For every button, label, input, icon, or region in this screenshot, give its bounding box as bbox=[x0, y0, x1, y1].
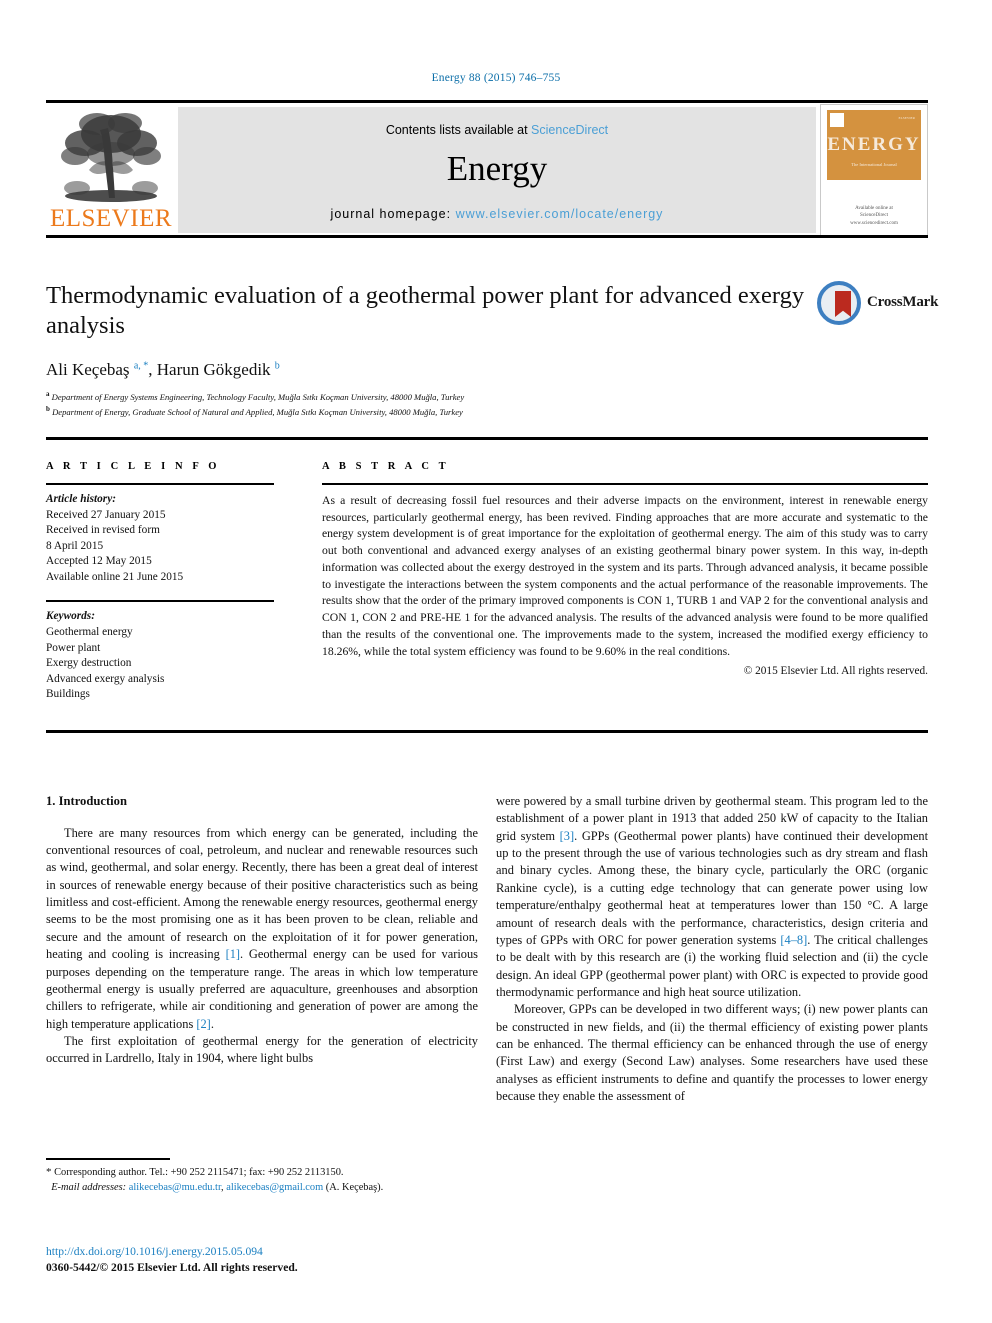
contents-available-line: Contents lists available at ScienceDirec… bbox=[178, 123, 816, 137]
article-info-heading: A R T I C L E I N F O bbox=[46, 461, 221, 472]
keyword-item: Advanced exergy analysis bbox=[46, 672, 165, 685]
paragraph: were powered by a small turbine driven b… bbox=[496, 793, 928, 1001]
crossmark-badge[interactable]: CrossMark bbox=[817, 281, 938, 327]
paragraph-part: There are many resources from which ener… bbox=[46, 825, 478, 962]
corresponding-author-note: * Corresponding author. Tel.: +90 252 21… bbox=[46, 1165, 478, 1196]
cover-footer: Available online at ScienceDirect www.sc… bbox=[821, 205, 927, 228]
citation-ref-1[interactable]: [1] bbox=[226, 947, 240, 961]
abstract-bottom-rule bbox=[46, 730, 928, 733]
affiliation-a: a Department of Energy Systems Engineeri… bbox=[46, 389, 928, 404]
body-column-right: were powered by a small turbine driven b… bbox=[496, 793, 928, 1105]
abstract-top-rule bbox=[46, 437, 928, 440]
abstract-divider bbox=[322, 483, 928, 485]
affiliation-a-marker: a bbox=[46, 389, 50, 398]
keywords-list: Keywords: Geothermal energy Power plant … bbox=[46, 609, 274, 702]
email-label: E-mail addresses: bbox=[51, 1182, 127, 1194]
crossmark-circle-icon bbox=[817, 281, 861, 325]
affiliations: a Department of Energy Systems Engineeri… bbox=[46, 389, 928, 419]
history-line: Received 27 January 2015 bbox=[46, 508, 166, 521]
homepage-prefix: journal homepage: bbox=[330, 207, 456, 221]
footnote-block: * Corresponding author. Tel.: +90 252 21… bbox=[46, 1158, 478, 1196]
abstract-column: A B S T R A C T As a result of decreasin… bbox=[322, 461, 928, 677]
body-column-left: 1. Introduction There are many resources… bbox=[46, 793, 478, 1068]
article-info-column: A R T I C L E I N F O Article history: R… bbox=[46, 461, 274, 703]
footnote-rule bbox=[46, 1158, 170, 1160]
paper-page: Energy 88 (2015) 746–755 ELSEVIER Conten… bbox=[0, 0, 992, 1323]
journal-title: Energy bbox=[446, 149, 548, 188]
keywords-divider bbox=[46, 600, 274, 603]
homepage-url-link[interactable]: www.elsevier.com/locate/energy bbox=[456, 207, 664, 221]
author-list: Ali Keçebaş a, *, Harun Gökgedik b bbox=[46, 359, 280, 379]
cover-corner-label: ELSEVIER bbox=[898, 116, 915, 120]
article-info-divider bbox=[46, 483, 274, 485]
abstract-heading: A B S T R A C T bbox=[322, 461, 450, 472]
paragraph-part: . bbox=[210, 1016, 214, 1031]
masthead-top-rule bbox=[46, 100, 928, 103]
history-line: 8 April 2015 bbox=[46, 539, 104, 552]
email-suffix: (A. Keçebaş). bbox=[323, 1182, 384, 1194]
title-block: Thermodynamic evaluation of a geothermal… bbox=[46, 281, 938, 419]
citation-ref-3[interactable]: [3] bbox=[560, 829, 574, 843]
paragraph: There are many resources from which ener… bbox=[46, 825, 478, 1033]
elsevier-logo: ELSEVIER bbox=[48, 107, 174, 233]
abstract-copyright: © 2015 Elsevier Ltd. All rights reserved… bbox=[743, 665, 928, 678]
doi-block: http://dx.doi.org/10.1016/j.energy.2015.… bbox=[46, 1244, 546, 1277]
affiliation-b-marker: b bbox=[46, 404, 50, 413]
sciencedirect-link[interactable]: ScienceDirect bbox=[531, 123, 608, 137]
keyword-item: Power plant bbox=[46, 641, 101, 654]
keyword-item: Geothermal energy bbox=[46, 626, 133, 639]
history-line: Available online 21 June 2015 bbox=[46, 570, 184, 583]
issn-copyright-line: 0360-5442/© 2015 Elsevier Ltd. All right… bbox=[46, 1261, 298, 1275]
masthead-bottom-rule bbox=[46, 235, 928, 238]
history-line: Received in revised form bbox=[46, 524, 160, 537]
contents-prefix: Contents lists available at bbox=[385, 123, 532, 137]
keywords-label: Keywords: bbox=[46, 610, 95, 623]
paragraph: Moreover, GPPs can be developed in two d… bbox=[496, 1002, 928, 1104]
article-history: Article history: Received 27 January 201… bbox=[46, 492, 274, 585]
keyword-item: Exergy destruction bbox=[46, 657, 132, 670]
affiliation-b-text: Department of Energy, Graduate School of… bbox=[52, 406, 463, 417]
cover-footer-line2: ScienceDirect bbox=[859, 213, 889, 218]
crossmark-bookmark-icon bbox=[835, 291, 851, 317]
doi-link[interactable]: http://dx.doi.org/10.1016/j.energy.2015.… bbox=[46, 1244, 546, 1260]
abstract-text: As a result of decreasing fossil fuel re… bbox=[322, 494, 928, 658]
elsevier-tree-icon bbox=[61, 113, 161, 202]
cover-footer-line1: Available online at bbox=[855, 205, 893, 211]
crossmark-label: CrossMark bbox=[867, 294, 939, 310]
journal-banner: Contents lists available at ScienceDirec… bbox=[178, 107, 816, 233]
affiliation-b: b Department of Energy, Graduate School … bbox=[46, 404, 928, 419]
elsevier-wordmark: ELSEVIER bbox=[49, 205, 173, 232]
paragraph-part: . GPPs (Geothermal power plants) have co… bbox=[496, 828, 929, 947]
running-head: Energy 88 (2015) 746–755 bbox=[431, 72, 561, 84]
cover-footer-line3: www.sciencedirect.com bbox=[850, 220, 898, 226]
email-link-2[interactable]: alikecebas@gmail.com bbox=[226, 1182, 323, 1193]
corresponding-author-text: Corresponding author. Tel.: +90 252 2115… bbox=[51, 1166, 344, 1178]
affiliation-a-text: Department of Energy Systems Engineering… bbox=[51, 391, 465, 402]
email-link-1[interactable]: alikecebas@mu.edu.tr bbox=[129, 1182, 221, 1193]
section-heading-introduction: 1. Introduction bbox=[46, 794, 127, 808]
journal-cover-thumbnail: ELSEVIER ENERGY The International Journa… bbox=[820, 104, 928, 236]
article-history-label: Article history: bbox=[46, 493, 116, 505]
email-line: E-mail addresses: alikecebas@mu.edu.tr, … bbox=[51, 1182, 384, 1194]
citation-ref-2[interactable]: [2] bbox=[196, 1017, 210, 1031]
keyword-item: Buildings bbox=[46, 688, 90, 701]
journal-masthead: ELSEVIER Contents lists available at Sci… bbox=[46, 100, 928, 238]
history-line: Accepted 12 May 2015 bbox=[46, 555, 152, 568]
cover-subtitle: The International Journal bbox=[851, 162, 897, 167]
page-title: Thermodynamic evaluation of a geothermal… bbox=[46, 282, 805, 340]
cover-elsevier-mark-icon bbox=[830, 113, 844, 127]
cover-title: ENERGY bbox=[827, 134, 921, 155]
paragraph: The first exploitation of geothermal ene… bbox=[46, 1033, 478, 1066]
citation-ref-4-8[interactable]: [4–8] bbox=[780, 933, 807, 947]
journal-homepage-line: journal homepage: www.elsevier.com/locat… bbox=[178, 207, 816, 221]
cover-orange-band: ELSEVIER ENERGY The International Journa… bbox=[827, 110, 921, 180]
